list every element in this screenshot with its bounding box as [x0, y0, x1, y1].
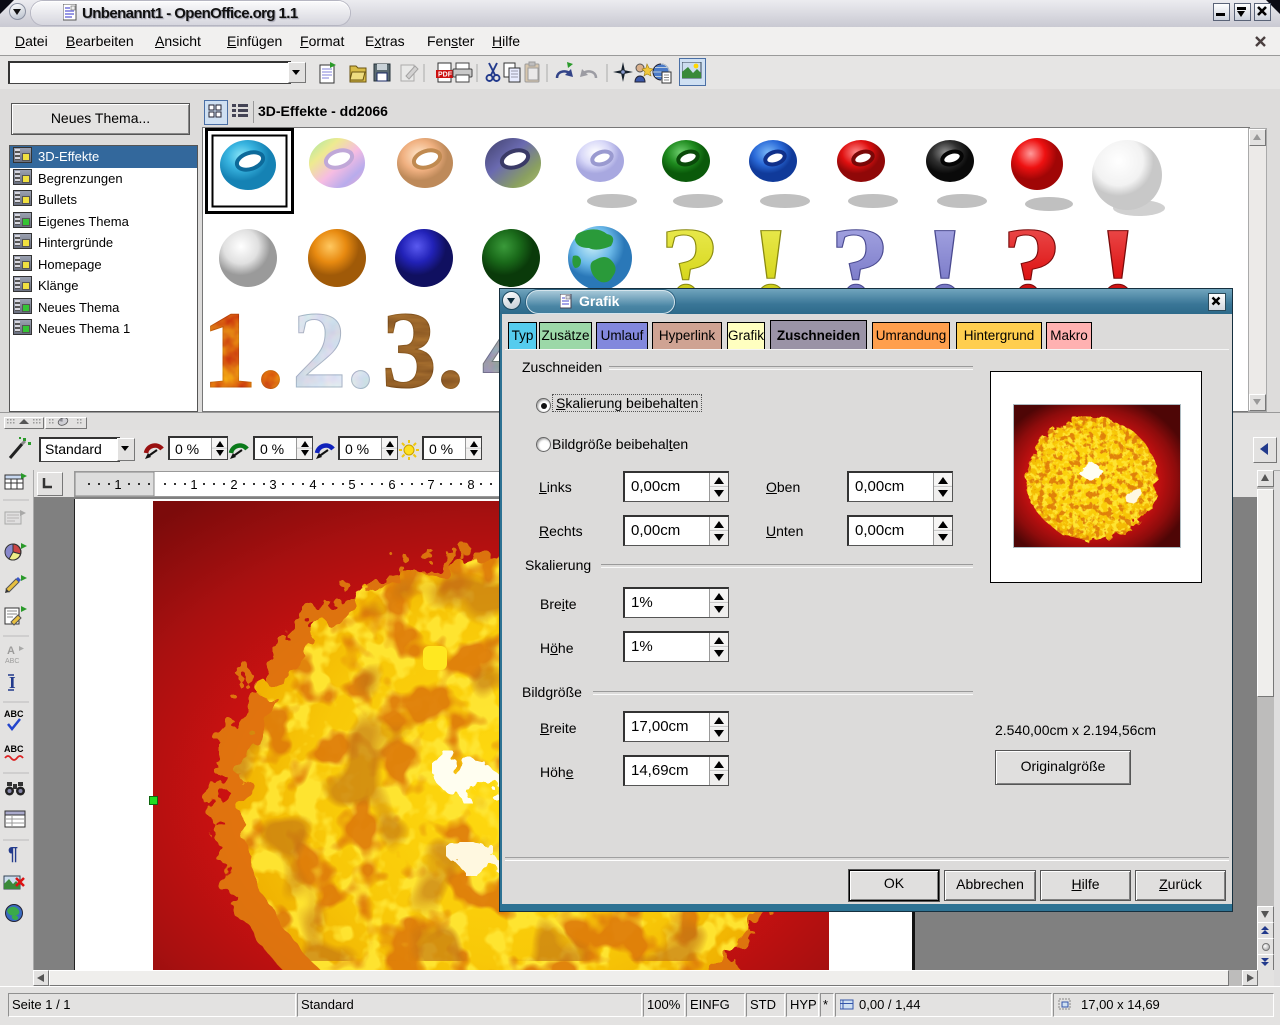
- svg-text:4: 4: [309, 477, 316, 492]
- svg-text:PDF: PDF: [438, 72, 453, 79]
- svg-text:3: 3: [269, 477, 276, 492]
- svg-text:¶: ¶: [8, 844, 18, 864]
- svg-text:2.: 2.: [292, 289, 375, 411]
- svg-text:3.: 3.: [382, 289, 465, 411]
- svg-text:ABC: ABC: [5, 658, 19, 665]
- svg-text:1.: 1.: [203, 289, 284, 411]
- svg-text:6: 6: [388, 477, 395, 492]
- svg-text:ABC: ABC: [4, 744, 24, 754]
- svg-text:8: 8: [467, 477, 474, 492]
- svg-text:ABC: ABC: [4, 709, 24, 719]
- svg-text:1: 1: [114, 477, 121, 492]
- svg-text:7: 7: [427, 477, 434, 492]
- svg-text:2: 2: [230, 477, 237, 492]
- svg-text:I: I: [9, 673, 16, 692]
- svg-text:5: 5: [348, 477, 355, 492]
- svg-text:1: 1: [190, 477, 197, 492]
- svg-text:A: A: [7, 645, 15, 657]
